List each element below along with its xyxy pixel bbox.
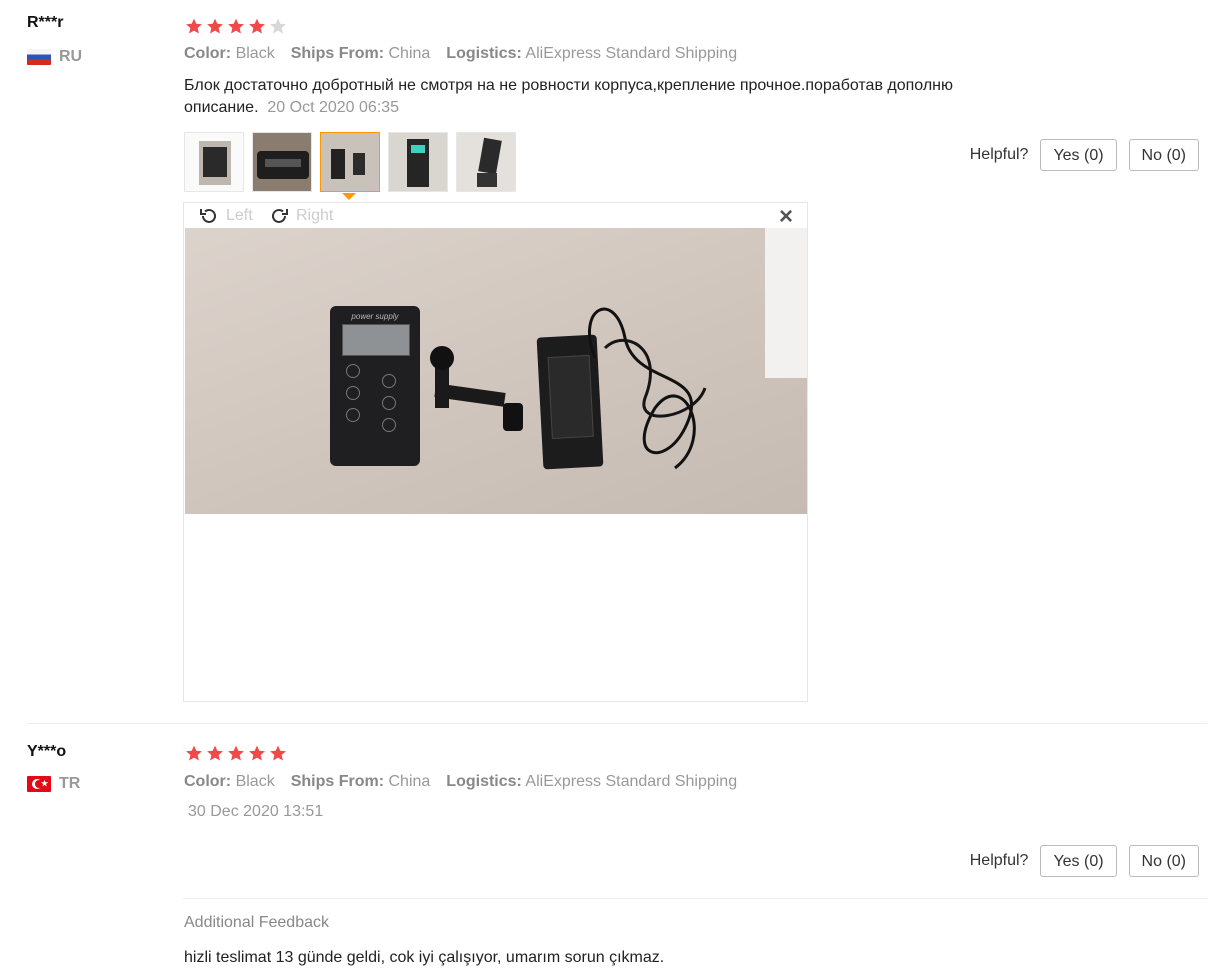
rotate-left-label: Left [226, 207, 253, 224]
star-icon [270, 745, 286, 761]
photo-thumbnail-5[interactable] [456, 132, 516, 192]
photo-thumbnail-2[interactable] [252, 132, 312, 192]
logistics-attr: Logistics: AliExpress Standard Shipping [446, 773, 738, 790]
color-attr: Color: Black [184, 45, 275, 62]
lcd-screen [342, 324, 410, 356]
rotate-right-label: Right [296, 207, 334, 224]
ships-from-attr: Ships From: China [290, 45, 431, 62]
power-cable [588, 307, 707, 470]
helpful-yes-button[interactable]: Yes (0) [1040, 845, 1117, 877]
photo-thumbnail-3[interactable] [320, 132, 380, 192]
star-rating [184, 17, 288, 36]
star-icon [270, 18, 286, 34]
reviewer-name: R***r [27, 14, 64, 31]
star-icon [228, 18, 244, 34]
helpful-label: Helpful? [969, 146, 1029, 163]
star-icon [186, 18, 202, 34]
country-code: RU [59, 48, 83, 65]
logistics-attr: Logistics: AliExpress Standard Shipping [446, 45, 738, 62]
review-date: 30 Dec 2020 13:51 [188, 803, 324, 820]
helpful-section: Helpful? Yes (0) No (0) [970, 139, 1199, 171]
russia-flag-icon [27, 49, 51, 65]
star-icon [249, 18, 265, 34]
star-rating [184, 744, 288, 763]
review-text: Блок достаточно добротный не смотря на н… [184, 77, 954, 116]
rotate-right-control[interactable]: Right [268, 205, 333, 227]
helpful-section: Helpful? Yes (0) No (0) [970, 845, 1199, 877]
rotate-left-icon [200, 208, 216, 223]
helpful-label: Helpful? [969, 852, 1029, 869]
additional-feedback-title: Additional Feedback [184, 914, 329, 931]
rotate-left-control[interactable]: Left [198, 205, 253, 227]
review-photo: power supply [185, 228, 807, 514]
power-supply-unit: power supply [330, 306, 420, 466]
star-icon [228, 745, 244, 761]
star-icon [207, 745, 223, 761]
active-thumb-indicator [342, 193, 356, 200]
star-icon [186, 745, 202, 761]
paper-sheet [765, 228, 807, 378]
photo-thumbnail-4[interactable] [388, 132, 448, 192]
photo-thumbnails [184, 132, 516, 192]
star-icon [249, 745, 265, 761]
rotate-right-icon [272, 208, 288, 223]
reviewer-country: RU [27, 48, 82, 66]
review-date: 20 Oct 2020 06:35 [267, 99, 400, 116]
ships-from-attr: Ships From: China [290, 773, 431, 790]
reviewer-country: ★ TR [27, 775, 80, 793]
turkey-flag-icon: ★ [27, 776, 51, 792]
photo-viewer: Left Right × power supply [183, 202, 808, 702]
color-attr: Color: Black [184, 773, 275, 790]
helpful-no-button[interactable]: No (0) [1128, 845, 1199, 877]
close-icon[interactable]: × [779, 203, 793, 231]
reviewer-name: Y***o [27, 743, 67, 760]
photo-thumbnail-1[interactable] [184, 132, 244, 192]
helpful-yes-button[interactable]: Yes (0) [1040, 139, 1117, 171]
feedback-divider [183, 898, 1207, 899]
helpful-no-button[interactable]: No (0) [1128, 139, 1199, 171]
review-meta: Color: Black Ships From: China Logistics… [184, 45, 737, 63]
review-meta: Color: Black Ships From: China Logistics… [184, 773, 737, 791]
review-divider [27, 723, 1207, 724]
additional-feedback-text: hizli teslimat 13 günde geldi, cok iyi ç… [184, 949, 665, 966]
star-icon [207, 18, 223, 34]
country-code: TR [59, 775, 81, 792]
